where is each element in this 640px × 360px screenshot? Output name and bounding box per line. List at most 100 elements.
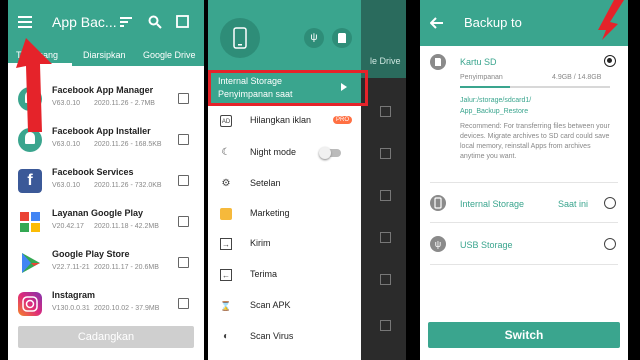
menu-item-label: Hilangkan iklan (250, 115, 312, 125)
background-checkbox (380, 232, 391, 243)
background-checkbox (380, 106, 391, 117)
receive-icon: ← (220, 269, 232, 281)
app-checkbox[interactable] (178, 134, 189, 145)
menu-icon[interactable] (18, 16, 32, 28)
menu-item-scan-apk[interactable]: ⌛ Scan APK (208, 291, 361, 321)
annotation-arrow-icon (16, 38, 52, 132)
menu-item-remove-ads[interactable]: AD Hilangkan iklan PRO (208, 106, 361, 136)
ads-icon: AD (220, 115, 232, 127)
app-list-panel: App Bac... Terpasang Diarsipkan Google D… (8, 0, 204, 360)
internal-storage-label: Internal Storage (460, 199, 525, 209)
app-meta: 2020.11.18 - 42.2MB (94, 223, 159, 230)
background-checkbox (380, 320, 391, 331)
divider (430, 222, 618, 223)
drawer-panel: le Drive ψ Internal Storage Penyimpanan … (208, 0, 406, 360)
app-meta: 2020.11.26 - 2.7MB (94, 100, 155, 107)
option-internal-storage[interactable]: Internal Storage Saat ini (420, 190, 628, 220)
menu-item-settings[interactable]: ⚙ Setelan (208, 169, 361, 199)
navigation-drawer: ψ Internal Storage Penyimpanan saat AD H… (208, 0, 361, 360)
menu-item-label: Setelan (250, 178, 281, 188)
select-all-icon[interactable] (176, 15, 189, 28)
gear-icon: ⚙ (221, 178, 231, 189)
list-item[interactable]: Instagram V130.0.0.31 2020.10.02 - 37.9M… (8, 283, 204, 324)
menu-item-label: Scan Virus (250, 331, 294, 341)
app-version: V63.0.10 (52, 141, 81, 148)
app-checkbox[interactable] (178, 175, 189, 186)
app-name: Google Play Store (52, 249, 130, 259)
option-usb-storage[interactable]: ψ USB Storage (420, 231, 628, 261)
annotation-arrow-icon (598, 0, 624, 40)
marketing-icon (220, 208, 232, 220)
app-checkbox[interactable] (178, 93, 189, 104)
background-checkbox (380, 190, 391, 201)
background-tab: le Drive (370, 56, 401, 66)
app-meta: 2020.11.17 - 20.6MB (94, 264, 159, 271)
sd-card-icon[interactable] (332, 28, 352, 48)
menu-item-label: Night mode (250, 147, 297, 157)
app-checkbox[interactable] (178, 216, 189, 227)
toggle-knob (319, 147, 331, 159)
tab-archived[interactable]: Diarsipkan (83, 50, 126, 60)
menu-item-scan-virus[interactable]: ◐ Scan Virus (208, 322, 361, 352)
sd-card-icon (430, 54, 446, 70)
storage-bar-fill (460, 86, 510, 88)
phone-icon (430, 195, 446, 211)
menu-item-label: Marketing (250, 208, 290, 218)
menu-item-night-mode[interactable]: ☾ Night mode (208, 138, 361, 168)
phone-avatar (220, 18, 260, 58)
switch-button[interactable]: Switch (428, 322, 620, 348)
menu-item-label: Scan APK (250, 300, 291, 310)
search-icon[interactable] (148, 15, 162, 29)
storage-value: 4.9GB / 14.8GB (552, 74, 602, 81)
phone-icon (233, 27, 247, 49)
app-checkbox[interactable] (178, 257, 189, 268)
path-line-1: Jalur:/storage/sdcard1/ (460, 97, 532, 104)
app-name: Layanan Google Play (52, 208, 144, 218)
instagram-icon (18, 292, 42, 316)
list-item[interactable]: Google Play Store V22.7.11-21 2020.11.17… (8, 242, 204, 283)
app-meta: 2020.11.26 - 732.0KB (94, 182, 162, 189)
play-store-icon (18, 251, 42, 275)
app-name: Facebook Services (52, 167, 134, 177)
menu-item-send[interactable]: → Kirim (208, 229, 361, 259)
menu-item-label: Kirim (250, 238, 271, 248)
usb-icon[interactable]: ψ (304, 28, 324, 48)
storage-bar (460, 86, 610, 88)
current-badge: Saat ini (558, 199, 589, 209)
background-checkbox (380, 148, 391, 159)
backup-button[interactable]: Cadangkan (18, 326, 194, 348)
page-title: Backup to (464, 15, 522, 30)
sort-icon[interactable] (120, 17, 132, 27)
app-version: V20.42.17 (52, 223, 84, 230)
app-version: V130.0.0.31 (52, 305, 90, 312)
list-item[interactable]: f Facebook Services V63.0.10 2020.11.26 … (8, 160, 204, 201)
night-mode-toggle[interactable] (319, 147, 341, 159)
list-item[interactable]: Layanan Google Play V20.42.17 2020.11.18… (8, 201, 204, 242)
tab-google-drive[interactable]: Google Drive (143, 50, 196, 60)
background-appbar (361, 0, 406, 78)
menu-item-label: Terima (250, 269, 278, 279)
menu-item-marketing[interactable]: Marketing (208, 199, 361, 229)
app-checkbox[interactable] (178, 298, 189, 309)
menu-item-receive[interactable]: ← Terima (208, 260, 361, 290)
sd-card-radio[interactable] (604, 55, 616, 67)
usb-storage-radio[interactable] (604, 238, 616, 250)
highlight-box (208, 70, 368, 106)
send-icon: → (220, 238, 232, 250)
app-name: Instagram (52, 290, 96, 300)
back-arrow-icon[interactable] (430, 17, 444, 29)
app-meta: 2020.11.26 - 168.5KB (94, 141, 162, 148)
moon-icon: ☾ (221, 147, 231, 158)
app-version: V22.7.11-21 (52, 264, 90, 271)
background-checkbox (380, 274, 391, 285)
option-sd-card[interactable]: Kartu SD Penyimpanan 4.9GB / 14.8GB Jalu… (420, 48, 628, 182)
scan-virus-icon: ◐ (222, 331, 230, 342)
internal-storage-radio[interactable] (604, 197, 616, 209)
puzzle-icon (18, 210, 42, 234)
facebook-icon: f (18, 169, 42, 193)
divider (430, 264, 618, 265)
app-meta: 2020.10.02 - 37.9MB (94, 305, 160, 312)
divider (430, 182, 618, 183)
app-version: V63.0.10 (52, 182, 81, 189)
scan-apk-icon: ⌛ (220, 301, 232, 311)
